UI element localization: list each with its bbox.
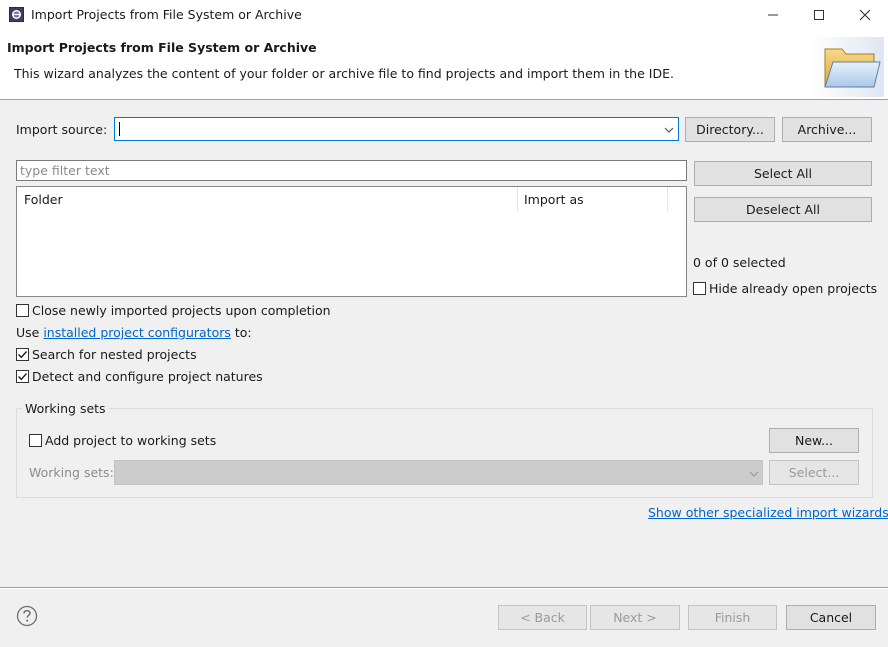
checkmark-icon [18,351,28,359]
detect-natures-checkbox[interactable] [16,370,29,383]
close-after-import-checkbox[interactable] [16,304,29,317]
column-divider[interactable] [667,187,668,212]
text-cursor [119,122,120,136]
maximize-button[interactable] [796,0,842,29]
window-title: Import Projects from File System or Arch… [31,7,302,22]
add-to-working-sets-checkbox[interactable] [29,434,42,447]
working-sets-combo[interactable] [114,460,763,485]
column-divider[interactable] [517,187,518,212]
working-sets-group-title: Working sets [22,401,109,416]
cancel-button[interactable]: Cancel [786,605,876,630]
selection-count: 0 of 0 selected [693,255,786,270]
archive-button[interactable]: Archive... [782,117,872,142]
eclipse-app-icon [9,7,24,22]
wizard-title: Import Projects from File System or Arch… [7,40,317,55]
minimize-button[interactable] [750,0,796,29]
next-button[interactable]: Next > [590,605,680,630]
deselect-all-button[interactable]: Deselect All [694,197,872,222]
hide-open-projects-checkbox[interactable] [693,282,706,295]
import-source-label: Import source: [16,122,108,137]
detect-natures-label[interactable]: Detect and configure project natures [32,369,263,384]
new-working-set-button[interactable]: New... [769,428,859,453]
footer-separator-highlight [0,588,888,589]
hide-open-projects-label[interactable]: Hide already open projects [709,281,877,296]
configurators-suffix: to: [230,325,252,340]
close-window-button[interactable] [842,0,888,29]
select-working-sets-button[interactable]: Select... [769,460,859,485]
finish-button[interactable]: Finish [688,605,777,630]
chevron-down-icon [664,127,674,133]
title-bar: Import Projects from File System or Arch… [0,0,888,29]
column-header-import-as[interactable]: Import as [524,192,584,207]
wizard-banner: Import Projects from File System or Arch… [0,29,888,100]
other-import-wizards-link[interactable]: Show other specialized import wizards [648,505,888,520]
select-all-button[interactable]: Select All [694,161,872,186]
filter-input[interactable]: type filter text [16,160,687,181]
back-button[interactable]: < Back [498,605,587,630]
open-folder-icon [812,37,884,97]
installed-configurators-link[interactable]: installed project configurators [43,325,231,340]
minimize-icon [768,14,778,15]
directory-button[interactable]: Directory... [685,117,775,142]
close-after-import-label[interactable]: Close newly imported projects upon compl… [32,303,331,318]
help-icon[interactable] [16,605,38,627]
working-sets-label: Working sets: [29,465,114,480]
search-nested-checkbox[interactable] [16,348,29,361]
import-source-combo[interactable] [114,117,679,141]
projects-table[interactable]: Folder Import as [16,186,687,297]
checkmark-icon [18,373,28,381]
close-icon [859,9,871,20]
search-nested-label[interactable]: Search for nested projects [32,347,197,362]
add-to-working-sets-label[interactable]: Add project to working sets [45,433,216,448]
maximize-icon [814,9,824,20]
configurators-prefix: Use [16,325,44,340]
wizard-description: This wizard analyzes the content of your… [14,66,674,81]
chevron-down-icon [749,471,759,477]
column-header-folder[interactable]: Folder [24,192,63,207]
configurators-line: Use installed project configurators to: [16,325,252,340]
